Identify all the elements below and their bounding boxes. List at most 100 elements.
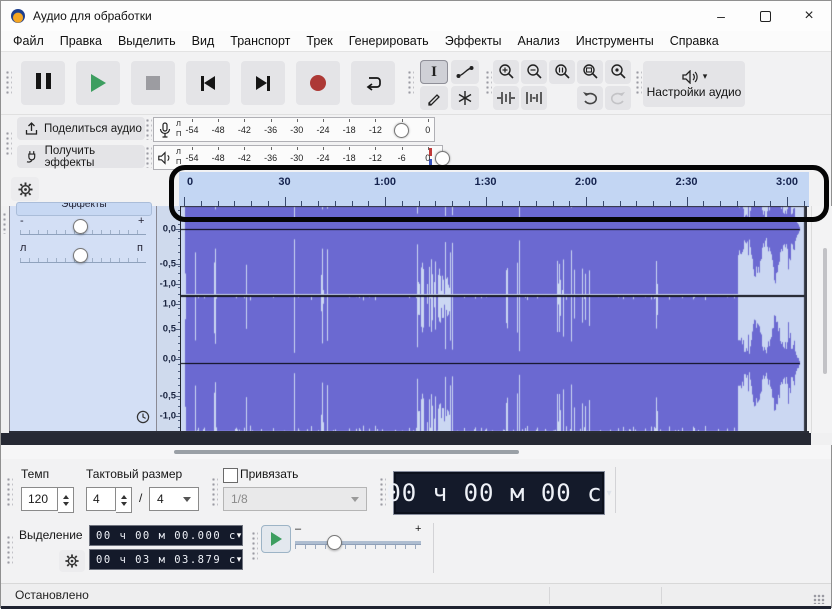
- menu-item[interactable]: Выделить: [110, 34, 184, 48]
- get-effects-button[interactable]: Получить эффекты: [17, 145, 145, 169]
- toolbar-grip[interactable]: [145, 118, 152, 140]
- selection-end-field[interactable]: 00 ч 03 м 03.879 с ▾: [89, 549, 243, 570]
- track-vertical-ruler[interactable]: 0,0 -0,5 -1,0 1,0 0,5 0,0 -0,5 -1,0: [157, 206, 181, 433]
- meter-scale-number: -36: [264, 125, 278, 135]
- menu-item[interactable]: Генерировать: [341, 34, 437, 48]
- audio-position-display[interactable]: 00 ч 00 м 00 с ▾: [386, 471, 612, 515]
- selection-options-button[interactable]: [59, 550, 85, 572]
- toolbar-grip[interactable]: [5, 131, 12, 157]
- timeline-ruler[interactable]: 0 30 1:00 1:30 2:00 2:30 3:00: [179, 172, 809, 207]
- spin-down-icon[interactable]: [120, 501, 127, 506]
- zoom-toggle-button[interactable]: [605, 60, 631, 84]
- chevron-down-icon[interactable]: ▾: [237, 554, 242, 565]
- toolbar-grip[interactable]: [145, 146, 152, 168]
- vertical-scrollbar[interactable]: [811, 206, 832, 433]
- chevron-down-icon[interactable]: ▾: [607, 488, 612, 499]
- menu-item[interactable]: Инструменты: [568, 34, 662, 48]
- play-at-speed-button[interactable]: [261, 525, 291, 553]
- skip-to-end-button[interactable]: [241, 61, 285, 105]
- menu-item[interactable]: Вид: [184, 34, 223, 48]
- toolbar-grip[interactable]: [6, 535, 13, 565]
- window-minimize-button[interactable]: –: [699, 1, 743, 31]
- spin-down-icon[interactable]: [62, 501, 69, 506]
- timeline-options-button[interactable]: [11, 177, 39, 201]
- skip-to-start-button[interactable]: [186, 61, 230, 105]
- track-effects-button[interactable]: Эффекты: [16, 202, 152, 216]
- volume-slider-knob[interactable]: [435, 151, 450, 166]
- menu-item[interactable]: Трек: [298, 34, 340, 48]
- microphone-icon: [159, 122, 171, 138]
- zoom-fit-button[interactable]: [577, 60, 603, 84]
- toolbar-grip[interactable]: [379, 477, 386, 507]
- window-close-button[interactable]: ×: [787, 1, 831, 31]
- pause-button[interactable]: [21, 61, 65, 105]
- beats-input[interactable]: 4: [86, 487, 116, 511]
- spin-up-icon[interactable]: [120, 494, 127, 499]
- recording-meter[interactable]: ЛП-54-48-42-36-30-24-18-12-60: [153, 117, 435, 142]
- toolbar-dock-top: I ▾ Настройки аудио: [1, 52, 831, 114]
- share-audio-button[interactable]: Поделиться аудио: [17, 117, 145, 140]
- pan-slider-knob[interactable]: [73, 248, 88, 263]
- vertical-scrollbar-thumb[interactable]: [823, 248, 827, 374]
- toolbar-grip[interactable]: [485, 70, 492, 96]
- track-control-panel[interactable]: Эффекты - + л п: [9, 202, 157, 433]
- envelope-tool-button[interactable]: [451, 60, 479, 84]
- toolbar-grip[interactable]: [5, 70, 12, 96]
- vertical-ruler-tick: [178, 308, 180, 309]
- selection-tool-button[interactable]: I: [420, 60, 448, 84]
- snap-checkbox[interactable]: [223, 468, 238, 483]
- speaker-icon: [158, 151, 170, 165]
- tempo-spinner[interactable]: [58, 487, 74, 513]
- clock-icon[interactable]: [136, 410, 150, 424]
- snap-value: 1/8: [231, 492, 248, 506]
- ruler-tick: [284, 197, 286, 206]
- menu-item[interactable]: Эффекты: [437, 34, 510, 48]
- speed-slider-knob[interactable]: [327, 535, 342, 550]
- draw-tool-button[interactable]: [420, 86, 448, 110]
- redo-button[interactable]: [605, 86, 631, 110]
- horizontal-scrollbar-thumb[interactable]: [174, 450, 519, 454]
- zoom-selection-button[interactable]: [549, 60, 575, 84]
- menu-item[interactable]: Транспорт: [222, 34, 298, 48]
- loop-button[interactable]: [351, 61, 395, 105]
- snap-select[interactable]: 1/8: [223, 487, 367, 511]
- window-maximize-button[interactable]: [743, 1, 787, 31]
- menu-item[interactable]: Анализ: [510, 34, 568, 48]
- beats-spinner[interactable]: [116, 487, 132, 513]
- stop-button[interactable]: [131, 61, 175, 105]
- play-icon: [270, 532, 282, 546]
- menu-item[interactable]: Файл: [5, 34, 52, 48]
- gain-slider-knob[interactable]: [73, 219, 88, 234]
- waveform[interactable]: [181, 206, 807, 433]
- toolbar-grip[interactable]: [211, 477, 218, 507]
- spin-up-icon[interactable]: [62, 494, 69, 499]
- chevron-down-icon[interactable]: ▾: [237, 530, 242, 541]
- menu-item[interactable]: Справка: [662, 34, 727, 48]
- toolbar-grip[interactable]: [407, 70, 414, 96]
- menu-item[interactable]: Правка: [52, 34, 110, 48]
- tempo-input[interactable]: 120: [21, 487, 58, 511]
- silence-audio-button[interactable]: [521, 86, 547, 110]
- volume-slider-knob[interactable]: [394, 123, 409, 138]
- trim-audio-button[interactable]: [493, 86, 519, 110]
- toolbar-grip[interactable]: [251, 531, 258, 561]
- toolbar-grip[interactable]: [6, 477, 13, 507]
- resize-grip[interactable]: [813, 594, 825, 604]
- horizontal-scrollbar[interactable]: [1, 445, 831, 459]
- track-grip[interactable]: [2, 212, 8, 234]
- selection-start-field[interactable]: 00 ч 00 м 00.000 с ▾: [89, 525, 243, 546]
- toolbar-grip[interactable]: [635, 70, 642, 96]
- undo-button[interactable]: [577, 86, 603, 110]
- unit-select[interactable]: 4: [149, 487, 199, 511]
- record-button[interactable]: [296, 61, 340, 105]
- maximize-icon: [759, 10, 771, 22]
- meter-scale-number: -18: [342, 125, 356, 135]
- multi-tool-button[interactable]: [451, 86, 479, 110]
- snap-label: Привязать: [240, 467, 299, 481]
- zoom-in-button[interactable]: [493, 60, 519, 84]
- zoom-selection-icon: [555, 64, 570, 79]
- audio-setup-button[interactable]: ▾ Настройки аудио: [643, 61, 745, 107]
- play-button[interactable]: [76, 61, 120, 105]
- zoom-out-button[interactable]: [521, 60, 547, 84]
- playback-meter[interactable]: Л П -54 -48 -42 -36 -30 -24 -18 -12 -6 0: [153, 145, 450, 170]
